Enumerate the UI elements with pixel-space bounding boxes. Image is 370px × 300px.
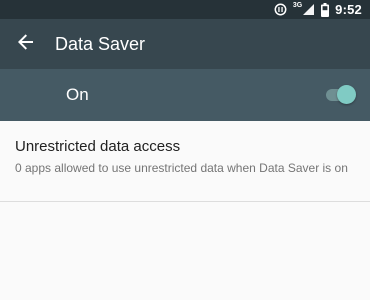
battery-icon	[321, 2, 330, 17]
arrow-back-icon	[17, 33, 35, 56]
status-bar: 3G 9:52	[0, 0, 370, 19]
item-title: Unrestricted data access	[15, 138, 181, 155]
data-saver-toggle[interactable]	[324, 85, 356, 104]
network-type-label: 3G	[292, 2, 303, 9]
cell-signal-icon	[302, 3, 315, 16]
status-time: 9:52	[335, 2, 362, 17]
toggle-thumb	[337, 85, 356, 104]
divider	[0, 201, 370, 202]
item-summary: 0 apps allowed to use unrestricted data …	[15, 161, 348, 175]
data-saver-switch-bar[interactable]: On	[0, 69, 370, 121]
status-icons: 3G 9:52	[274, 0, 362, 19]
data-saver-icon	[274, 3, 287, 16]
app-bar: Data Saver	[0, 19, 370, 69]
unrestricted-data-access-item[interactable]: Unrestricted data access 0 apps allowed …	[0, 121, 370, 201]
back-button[interactable]	[8, 26, 44, 62]
page-title: Data Saver	[55, 34, 146, 54]
switch-label: On	[66, 85, 89, 104]
